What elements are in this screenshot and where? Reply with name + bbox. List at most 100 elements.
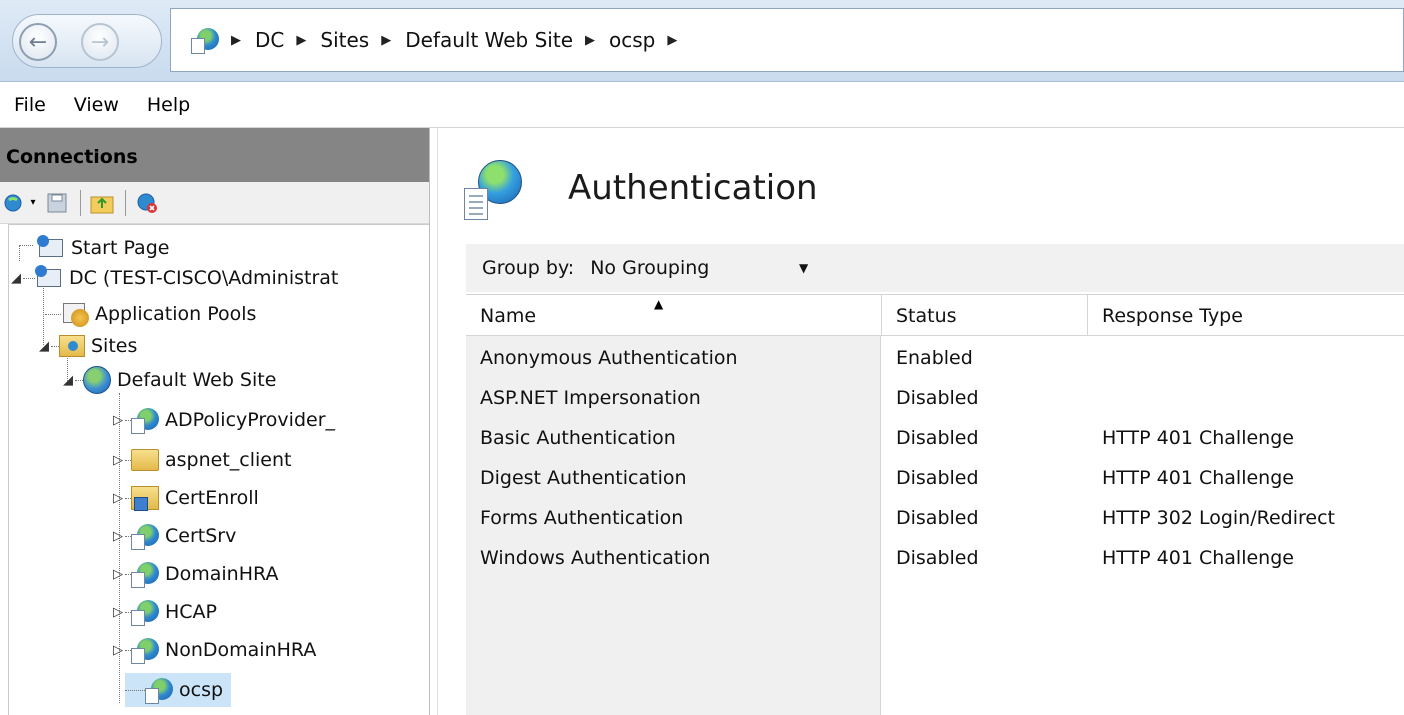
collapse-icon[interactable]: ◢ [37,339,51,354]
breadcrumb[interactable]: ▶ DC ▶ Sites ▶ Default Web Site ▶ ocsp ▶ [170,8,1404,72]
table-row[interactable]: Anonymous Authentication Enabled [466,339,1404,379]
tree-item-server[interactable]: ◢ DC (TEST-CISCO\Administrat [9,261,338,295]
cell-response-type: HTTP 401 Challenge [1102,427,1294,449]
tree-item-aspnet-client[interactable]: ▷ aspnet_client [111,443,291,477]
cell-status: Enabled [896,347,973,369]
tree-connector [19,245,20,261]
connections-title: Connections [0,128,429,182]
table-row[interactable]: Basic Authentication Disabled HTTP 401 C… [466,419,1404,459]
expand-icon[interactable]: ▷ [111,453,125,468]
expand-icon[interactable]: ▷ [111,529,125,544]
app-globe-icon [131,636,159,664]
app-globe-icon [145,676,173,704]
column-header-name[interactable]: Name ▲ [466,295,882,336]
disconnect-icon[interactable] [134,190,160,216]
tree-connector [19,245,33,246]
column-header-response-type[interactable]: Response Type [1088,295,1404,336]
group-by-bar: Group by: No Grouping ▼ [466,244,1404,292]
connect-dropdown-icon[interactable]: ▾ [28,190,38,216]
folder-icon [131,449,159,471]
column-header-status[interactable]: Status [882,295,1088,336]
tree-connector [125,689,145,691]
breadcrumb-ocsp[interactable]: ocsp [609,28,655,52]
group-by-select[interactable]: No Grouping ▼ [586,249,819,287]
cell-status: Disabled [896,547,979,569]
website-globe-icon [83,366,111,394]
tree-item-sites[interactable]: ◢ Sites [37,329,137,363]
group-by-label: Group by: [482,257,575,279]
expand-icon[interactable]: ▷ [111,491,125,506]
cell-name: Anonymous Authentication [480,347,738,369]
group-by-value: No Grouping [590,257,710,279]
menu-bar: File View Help [0,82,1404,128]
iis-globe-icon [191,26,219,54]
table-header: Name ▲ Status Response Type [466,294,1404,336]
cell-status: Disabled [896,467,979,489]
cell-name: Forms Authentication [480,507,684,529]
tree-connector [51,345,59,347]
expand-icon[interactable]: ▷ [111,605,125,620]
app-globe-icon [131,560,159,588]
breadcrumb-separator[interactable]: ▶ [296,33,306,48]
up-folder-icon[interactable] [89,190,115,216]
cell-name: Windows Authentication [480,547,711,569]
menu-file[interactable]: File [14,94,46,116]
save-icon[interactable] [44,190,70,216]
forward-button[interactable]: → [81,23,119,61]
table-row[interactable]: Windows Authentication Disabled HTTP 401… [466,539,1404,579]
tree-item-ocsp[interactable]: ocsp [125,673,232,707]
app-globe-icon [131,406,159,434]
cell-name: Digest Authentication [480,467,687,489]
tree-item-certenroll[interactable]: ▷ CertEnroll [111,481,259,515]
tree-item-hcap[interactable]: ▷ HCAP [111,595,217,629]
table-row[interactable]: Digest Authentication Disabled HTTP 401 … [466,459,1404,499]
breadcrumb-sites[interactable]: Sites [320,28,369,52]
tree-item-domainhra[interactable]: ▷ DomainHRA [111,557,278,591]
tree-item-start-page[interactable]: Start Page [37,231,169,265]
expand-icon[interactable]: ▷ [111,567,125,582]
cell-name: Basic Authentication [480,427,676,449]
authentication-table: Name ▲ Status Response Type Anonymous Au… [466,294,1404,715]
breadcrumb-default-web-site[interactable]: Default Web Site [405,28,573,52]
cell-name: ASP.NET Impersonation [480,387,701,409]
cell-status: Disabled [896,427,979,449]
tree-connector [75,379,83,381]
menu-view[interactable]: View [74,94,119,116]
table-row[interactable]: Forms Authentication Disabled HTTP 302 L… [466,499,1404,539]
cell-response-type: HTTP 401 Challenge [1102,547,1294,569]
sites-folder-icon [59,335,85,357]
cell-status: Disabled [896,387,979,409]
navigation-buttons: ← → [12,14,162,68]
sort-ascending-icon: ▲ [654,297,664,311]
expand-icon[interactable]: ▷ [111,643,125,658]
tree-item-default-web-site[interactable]: ◢ Default Web Site [61,363,276,397]
tree-item-certsrv[interactable]: ▷ CertSrv [111,519,236,553]
tree-connector [23,277,35,279]
authentication-globe-icon [464,160,524,222]
breadcrumb-separator[interactable]: ▶ [667,33,677,48]
tree-item-nondomainhra[interactable]: ▷ NonDomainHRA [111,633,316,667]
breadcrumb-separator[interactable]: ▶ [231,33,241,48]
table-row[interactable]: ASP.NET Impersonation Disabled [466,379,1404,419]
collapse-icon[interactable]: ◢ [61,373,75,388]
collapse-icon[interactable]: ◢ [9,271,23,286]
start-page-icon [37,235,65,261]
expand-icon[interactable]: ▷ [111,413,125,428]
cell-response-type: HTTP 401 Challenge [1102,467,1294,489]
feature-panel: Authentication Group by: No Grouping ▼ N… [437,128,1404,715]
app-globe-icon [131,522,159,550]
tree-item-adpolicyprovider[interactable]: ▷ ADPolicyProvider_ [111,403,335,437]
server-icon [35,265,63,291]
back-arrow-icon: ← [28,29,48,55]
breadcrumb-separator[interactable]: ▶ [585,33,595,48]
tree-item-application-pools[interactable]: Application Pools [45,297,256,331]
connect-icon[interactable] [2,190,28,216]
toolbar-divider [125,189,126,216]
virtual-dir-icon [131,486,159,511]
cell-status: Disabled [896,507,979,529]
breadcrumb-dc[interactable]: DC [255,28,284,52]
connections-tree: Start Page ◢ DC (TEST-CISCO\Administrat … [8,224,429,715]
breadcrumb-separator[interactable]: ▶ [381,33,391,48]
back-button[interactable]: ← [19,23,57,61]
menu-help[interactable]: Help [147,94,190,116]
